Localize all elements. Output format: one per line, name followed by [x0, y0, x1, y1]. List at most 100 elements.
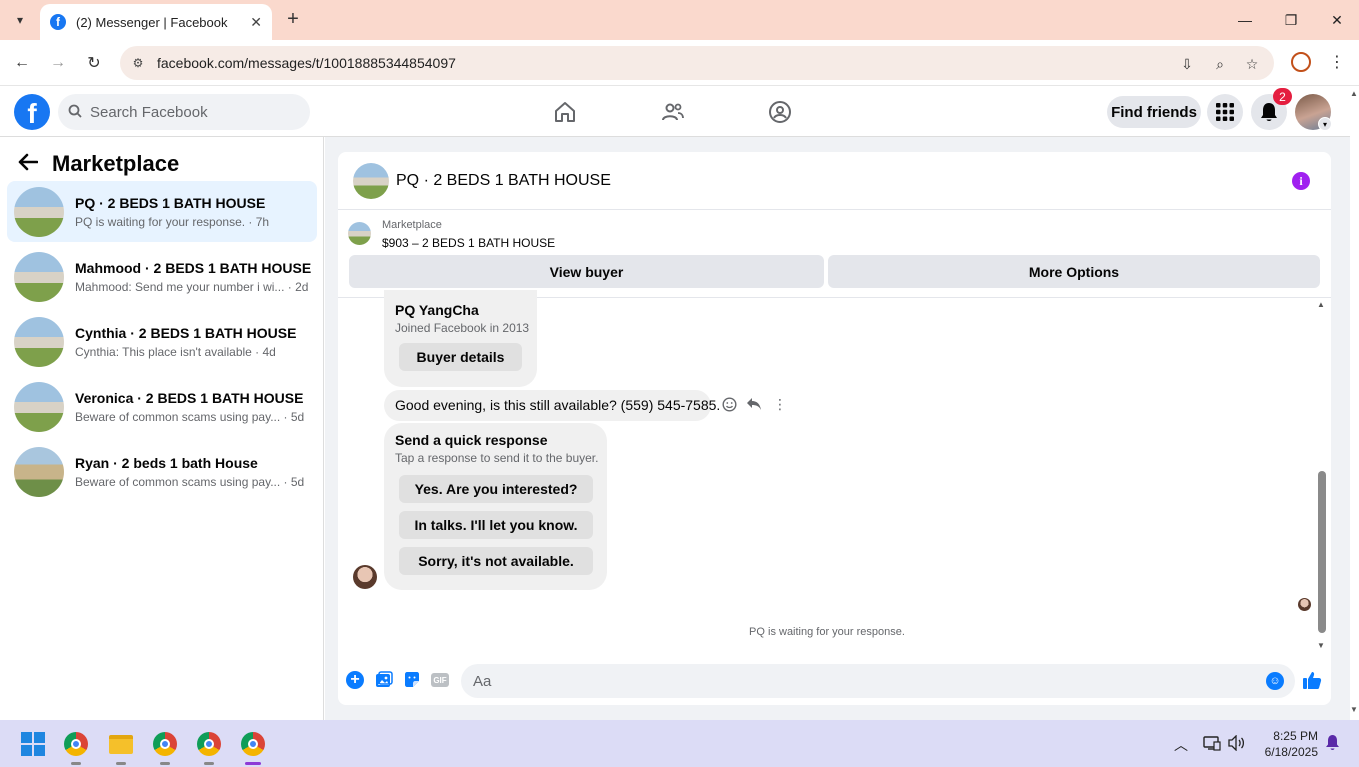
emoji-icon[interactable]: ☺ — [1266, 672, 1284, 690]
scroll-thumb[interactable] — [1318, 471, 1326, 633]
new-tab-button[interactable]: + — [282, 8, 304, 30]
maximize-button[interactable]: ❐ — [1276, 8, 1306, 32]
quick-response-subtitle: Tap a response to send it to the buyer. — [395, 451, 599, 465]
chevron-up-icon[interactable]: ︿ — [1174, 735, 1188, 755]
browser-profile-icon[interactable] — [1291, 52, 1311, 72]
facebook-logo-icon[interactable]: f — [14, 94, 50, 130]
conversation-preview: Beware of common scams using pay... · 5d — [75, 410, 305, 424]
facebook-favicon-icon: f — [50, 14, 66, 30]
tab-close-icon[interactable]: ✕ — [250, 14, 262, 31]
reload-icon[interactable]: ↻ — [82, 51, 106, 75]
notification-bell-icon[interactable] — [1325, 734, 1341, 752]
page-scroll-up-icon[interactable]: ▲ — [1350, 89, 1358, 98]
page-scrollbar[interactable]: ▲ ▼ — [1350, 87, 1359, 720]
windows-taskbar: ︿ 8:25 PM 6/18/2025 — [0, 720, 1359, 767]
page-scroll-down-icon[interactable]: ▼ — [1350, 705, 1358, 714]
photo-icon[interactable] — [374, 670, 394, 690]
site-info-icon[interactable]: ⚙ — [130, 55, 146, 71]
facebook-search[interactable] — [58, 94, 310, 130]
listing-thumbnail — [14, 317, 64, 367]
account-chevron-down-icon[interactable]: ▾ — [1318, 117, 1332, 131]
thumbs-up-icon[interactable] — [1301, 669, 1323, 691]
close-window-button[interactable]: ✕ — [1322, 8, 1352, 32]
listing-thumbnail[interactable] — [348, 222, 371, 245]
listing-source: Marketplace — [382, 219, 442, 231]
message-bubble[interactable]: Good evening, is this still available? (… — [384, 390, 720, 421]
chrome-icon[interactable] — [63, 731, 89, 757]
running-indicator — [116, 762, 126, 765]
search-input[interactable] — [90, 94, 300, 130]
listing-thumbnail[interactable] — [353, 163, 389, 199]
address-bar[interactable]: ⚙ facebook.com/messages/t/10018885344854… — [120, 46, 1274, 80]
browser-tab-active[interactable]: f (2) Messenger | Facebook ✕ — [40, 4, 272, 40]
tab-list-button[interactable]: ▾ — [6, 7, 34, 33]
browser-tab-bar: ▾ f (2) Messenger | Facebook ✕ + — ❐ ✕ — [0, 0, 1359, 40]
chrome-icon[interactable] — [240, 731, 266, 757]
more-options-button[interactable]: More Options — [828, 255, 1320, 288]
listing-thumbnail — [14, 447, 64, 497]
chrome-icon[interactable] — [152, 731, 178, 757]
listing-price[interactable]: $903 – 2 BEDS 1 BATH HOUSE — [382, 236, 555, 250]
system-clock[interactable]: 8:25 PM 6/18/2025 — [1262, 728, 1318, 760]
back-arrow-icon[interactable] — [18, 151, 39, 177]
find-friends-button[interactable]: Find friends — [1107, 96, 1201, 128]
file-explorer-folder-icon[interactable] — [108, 731, 134, 757]
running-indicator — [160, 762, 170, 765]
conversation-item[interactable]: PQ · 2 BEDS 1 BATH HOUSE PQ is waiting f… — [7, 181, 317, 242]
conversation-header: PQ · 2 BEDS 1 BATH HOUSE i — [338, 152, 1331, 210]
conversation-card: PQ · 2 BEDS 1 BATH HOUSE i Marketplace $… — [338, 152, 1331, 705]
scroll-down-arrow-icon[interactable]: ▼ — [1317, 641, 1325, 650]
notification-badge: 2 — [1273, 88, 1292, 105]
sender-avatar[interactable] — [353, 565, 377, 589]
react-emoji-icon[interactable] — [720, 395, 738, 413]
quick-response-option[interactable]: Sorry, it's not available. — [399, 547, 593, 575]
friends-icon[interactable] — [660, 99, 686, 125]
groups-icon[interactable] — [767, 99, 793, 125]
conversation-item[interactable]: Mahmood · 2 BEDS 1 BATH HOUSE Mahmood: S… — [7, 246, 317, 307]
browser-menu-icon[interactable]: ⋮ — [1329, 51, 1345, 73]
conversation-item[interactable]: Ryan · 2 beds 1 bath House Beware of com… — [7, 441, 317, 502]
info-icon[interactable]: i — [1292, 172, 1310, 190]
network-icon[interactable] — [1203, 735, 1221, 754]
bookmark-star-icon[interactable]: ☆ — [1242, 54, 1262, 74]
forward-arrow-icon[interactable]: → — [46, 51, 70, 75]
conversation-panel: PQ · 2 BEDS 1 BATH HOUSE i Marketplace $… — [325, 137, 1350, 720]
quick-response-option[interactable]: Yes. Are you interested? — [399, 475, 593, 503]
running-indicator — [204, 762, 214, 765]
message-input-box[interactable]: ☺ — [461, 664, 1295, 698]
scroll-up-arrow-icon[interactable]: ▲ — [1317, 300, 1325, 309]
conversation-item[interactable]: Cynthia · 2 BEDS 1 BATH HOUSE Cynthia: T… — [7, 311, 317, 372]
active-indicator — [245, 762, 261, 765]
buyer-joined: Joined Facebook in 2013 — [395, 321, 530, 335]
reply-icon[interactable] — [745, 395, 763, 413]
message-input[interactable] — [473, 664, 1253, 698]
conversation-preview: Cynthia: This place isn't available · 4d — [75, 345, 276, 359]
facebook-header: f Find friends — [0, 87, 1350, 137]
more-vertical-icon[interactable]: ⋮ — [771, 395, 789, 413]
minimize-button[interactable]: — — [1230, 8, 1260, 32]
windows-start-icon[interactable] — [20, 731, 46, 757]
home-icon[interactable] — [552, 99, 578, 125]
sidebar-title: Marketplace — [52, 151, 180, 176]
view-buyer-button[interactable]: View buyer — [349, 255, 824, 288]
clock-time: 8:25 PM — [1273, 729, 1318, 743]
conversation-preview: Mahmood: Send me your number i wi... · 2… — [75, 280, 309, 294]
url-text[interactable]: facebook.com/messages/t/1001888534485409… — [157, 55, 456, 71]
conversation-name: Mahmood · 2 BEDS 1 BATH HOUSE — [75, 260, 312, 276]
menu-grid-icon[interactable] — [1207, 94, 1243, 130]
messages-scrollbar[interactable]: ▲ ▼ — [1317, 300, 1327, 655]
gif-icon[interactable]: GIF — [431, 673, 449, 687]
conversation-item[interactable]: Veronica · 2 BEDS 1 BATH HOUSE Beware of… — [7, 376, 317, 437]
install-app-icon[interactable]: ⇩ — [1177, 54, 1197, 74]
volume-icon[interactable] — [1228, 734, 1246, 754]
conversation-title[interactable]: PQ · 2 BEDS 1 BATH HOUSE — [396, 172, 611, 190]
back-arrow-icon[interactable]: ← — [10, 51, 34, 75]
sticker-icon[interactable] — [402, 670, 422, 690]
chrome-icon[interactable] — [196, 731, 222, 757]
quick-response-option[interactable]: In talks. I'll let you know. — [399, 511, 593, 539]
listing-thumbnail — [14, 382, 64, 432]
plus-icon[interactable]: + — [346, 671, 364, 689]
waiting-status: PQ is waiting for your response. — [749, 626, 905, 638]
buyer-details-button[interactable]: Buyer details — [399, 343, 522, 371]
zoom-icon[interactable]: ⌕ — [1210, 54, 1230, 74]
